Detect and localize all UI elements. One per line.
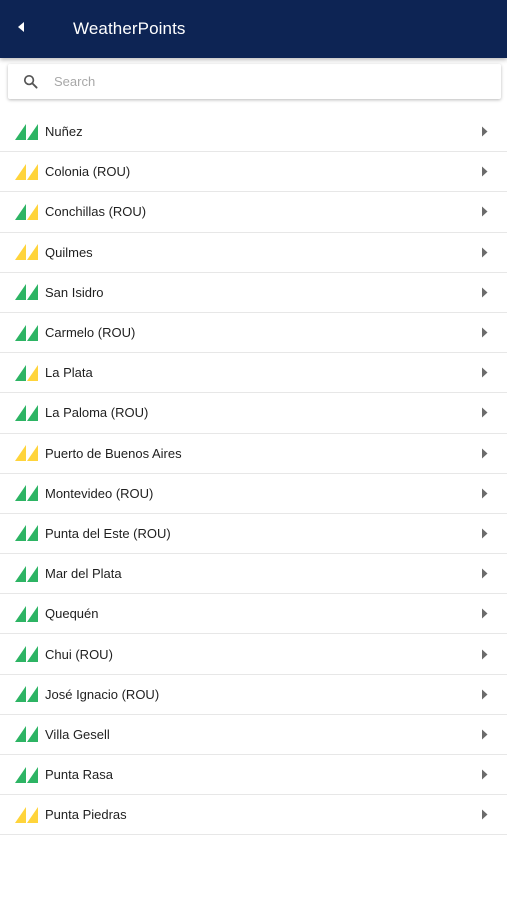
location-name: Conchillas (ROU) [45, 204, 147, 220]
location-name: La Paloma (ROU) [45, 405, 149, 421]
chevron-right-icon [480, 527, 488, 539]
chevron-right-icon [480, 648, 488, 660]
chevron-right-icon [480, 608, 488, 620]
location-row[interactable]: Carmelo (ROU) [0, 313, 507, 354]
location-row[interactable]: Nuñez [0, 112, 507, 153]
sail-status-icon [14, 123, 40, 141]
sail-status-icon [14, 404, 40, 422]
sail-status-icon [14, 806, 40, 824]
sail-status-icon [14, 645, 40, 663]
chevron-right-icon [480, 487, 488, 499]
search-icon [22, 74, 38, 90]
sail-status-icon [14, 685, 40, 703]
location-row[interactable]: Montevideo (ROU) [0, 474, 507, 514]
location-name: Colonia (ROU) [45, 164, 131, 180]
location-row[interactable]: Villa Gesell [0, 715, 507, 755]
chevron-right-icon [480, 769, 488, 781]
sail-status-icon [14, 605, 40, 623]
location-name: La Plata [45, 365, 93, 381]
location-row[interactable]: Mar del Plata [0, 554, 507, 595]
chevron-right-icon [480, 246, 488, 258]
location-row[interactable]: Quilmes [0, 233, 507, 273]
sail-status-icon [14, 324, 40, 342]
chevron-right-icon [480, 809, 488, 821]
location-name: Punta Rasa [45, 767, 113, 783]
chevron-right-icon [480, 367, 488, 379]
chevron-right-icon [480, 568, 488, 580]
location-row[interactable]: Colonia (ROU) [0, 152, 507, 193]
location-row[interactable]: Chui (ROU) [0, 634, 507, 675]
location-row[interactable]: Puerto de Buenos Aires [0, 434, 507, 474]
location-list: Nuñez Colonia (ROU) Conchillas (ROU) Quilme… [0, 112, 507, 836]
location-name: Quilmes [45, 244, 93, 260]
app-header: WeatherPoints [0, 0, 507, 58]
location-name: Punta Piedras [45, 807, 127, 823]
location-name: Puerto de Buenos Aires [45, 445, 182, 461]
location-name: San Isidro [45, 284, 104, 300]
chevron-right-icon [480, 206, 488, 218]
sail-status-icon [14, 484, 40, 502]
sail-status-icon [14, 565, 40, 583]
sail-status-icon [14, 163, 40, 181]
search-input[interactable] [52, 65, 476, 98]
location-name: Chui (ROU) [45, 646, 113, 662]
location-row[interactable]: Punta Piedras [0, 795, 507, 836]
location-row[interactable]: La Paloma (ROU) [0, 393, 507, 434]
location-row[interactable]: Punta del Este (ROU) [0, 514, 507, 555]
location-name: Villa Gesell [45, 726, 110, 742]
location-name: Punta del Este (ROU) [45, 525, 171, 541]
sail-status-icon [14, 283, 40, 301]
sail-status-icon [14, 243, 40, 261]
location-name: José Ignacio (ROU) [45, 686, 160, 702]
location-name: Montevideo (ROU) [45, 485, 154, 501]
page-title: WeatherPoints [73, 19, 186, 38]
chevron-right-icon [480, 327, 488, 339]
location-name: Mar del Plata [45, 566, 122, 582]
sail-status-icon [14, 725, 40, 743]
sail-status-icon [14, 444, 40, 462]
search-bar [8, 64, 501, 99]
sail-status-icon [14, 364, 40, 382]
location-row[interactable]: La Plata [0, 353, 507, 394]
location-name: Carmelo (ROU) [45, 325, 136, 341]
chevron-right-icon [480, 166, 488, 178]
location-name: Quequén [45, 606, 99, 622]
location-row[interactable]: Punta Rasa [0, 755, 507, 796]
location-row[interactable]: Quequén [0, 594, 507, 635]
sail-status-icon [14, 203, 40, 221]
sail-status-icon [14, 766, 40, 784]
chevron-right-icon [480, 447, 488, 459]
location-row[interactable]: José Ignacio (ROU) [0, 675, 507, 715]
chevron-right-icon [480, 688, 488, 700]
location-row[interactable]: Conchillas (ROU) [0, 192, 507, 233]
chevron-right-icon [480, 126, 488, 138]
location-row[interactable]: San Isidro [0, 273, 507, 313]
back-arrow-icon [17, 20, 25, 38]
sail-status-icon [14, 524, 40, 542]
chevron-right-icon [480, 728, 488, 740]
chevron-right-icon [480, 407, 488, 419]
chevron-right-icon [480, 286, 488, 298]
weatherpoints-screen: WeatherPoints Nuñez Colonia (ROU) Conchill… [0, 0, 507, 900]
location-name: Nuñez [45, 124, 83, 140]
back-button[interactable] [1, 0, 41, 58]
